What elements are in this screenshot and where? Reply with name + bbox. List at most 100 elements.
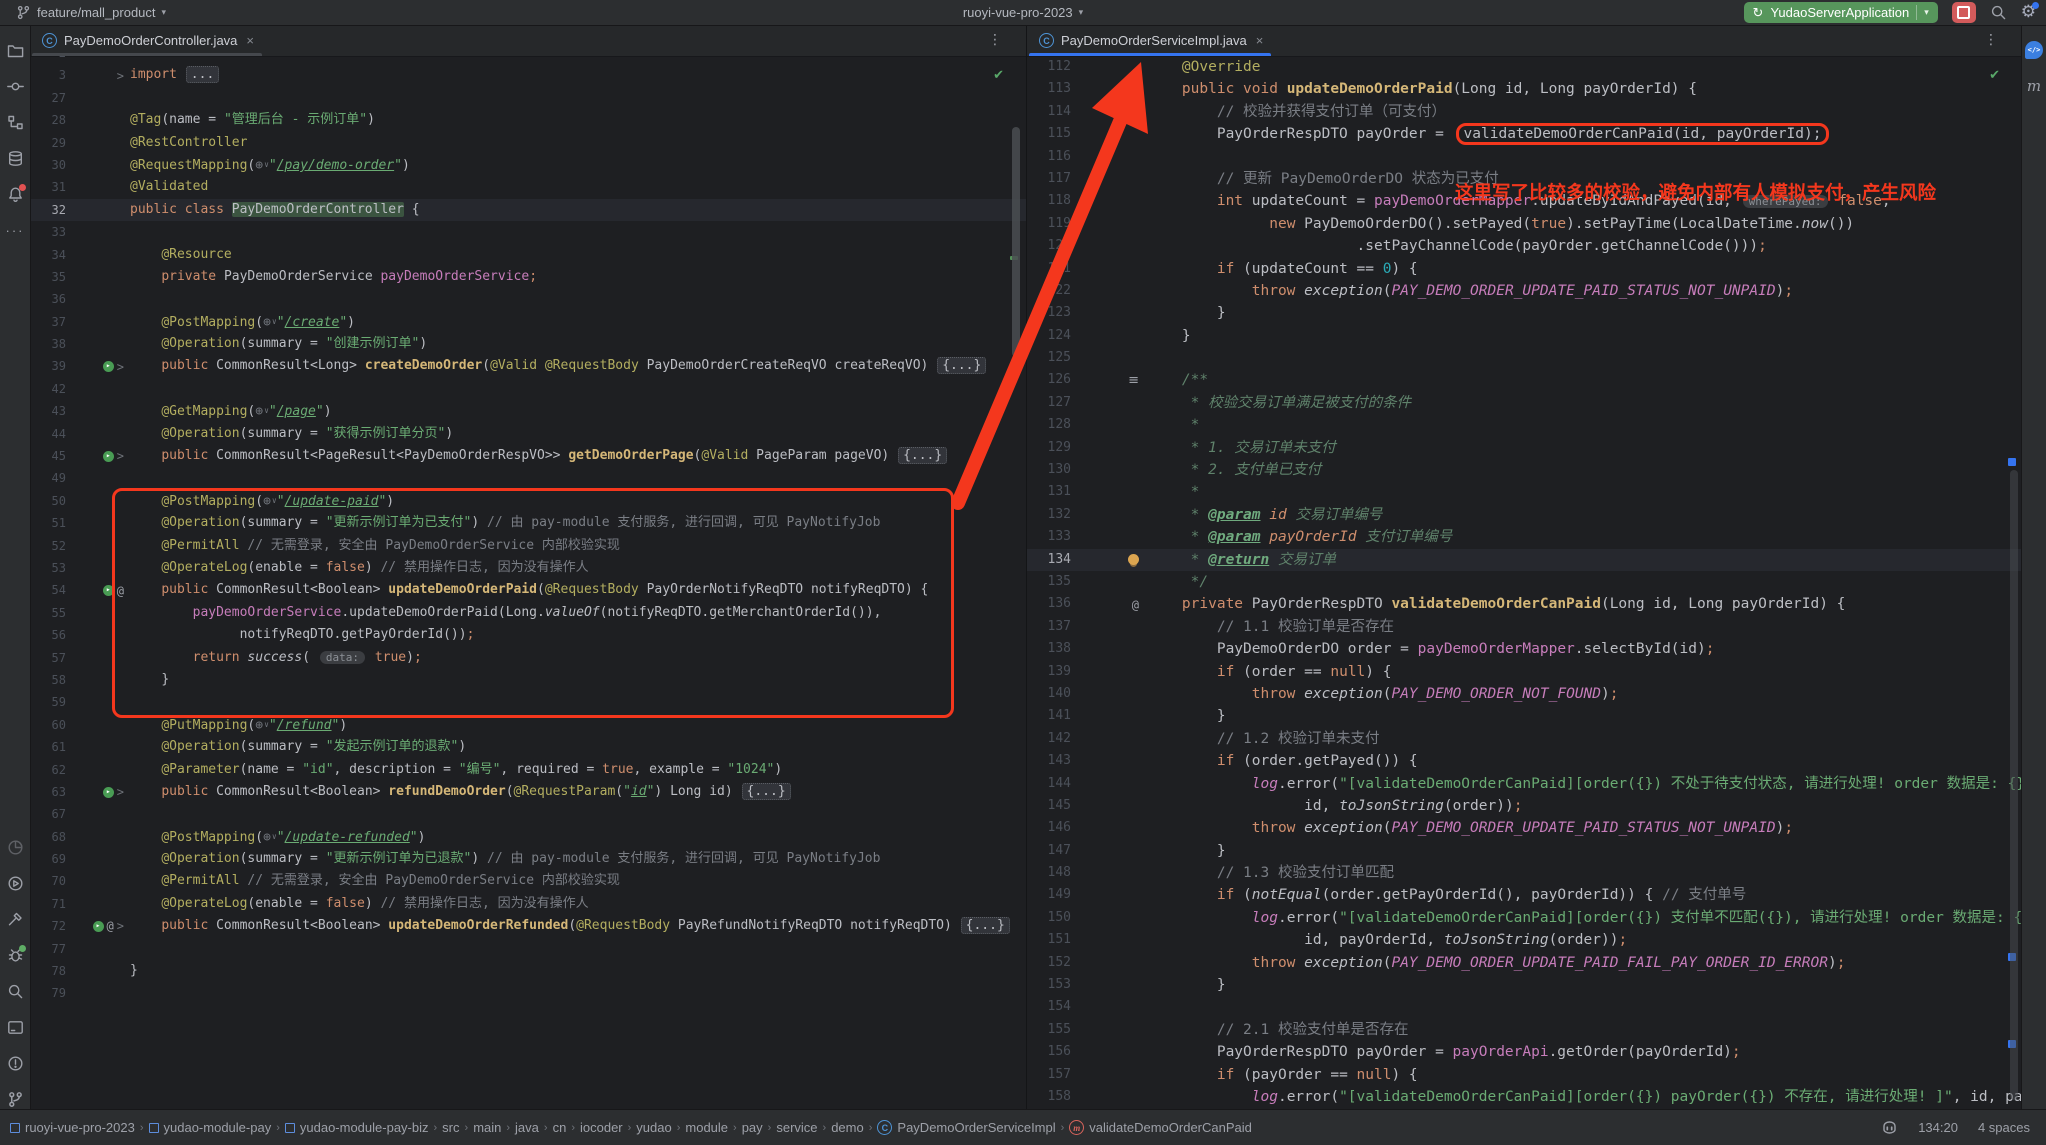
line-number[interactable]: 38 bbox=[30, 333, 70, 355]
code-line[interactable]: 43 @GetMapping(⊕"/page") bbox=[30, 400, 1026, 422]
line-number[interactable]: 146 bbox=[1027, 817, 1077, 839]
code-line[interactable]: 128 * bbox=[1027, 414, 2022, 436]
code-line[interactable]: 2 bbox=[30, 56, 1026, 64]
code-line[interactable]: 145 id, toJsonString(order)); bbox=[1027, 795, 2022, 817]
line-number[interactable]: 3 bbox=[30, 64, 70, 86]
code-line[interactable]: 134 * @return 交易订单 bbox=[1027, 549, 2022, 571]
code-line[interactable]: 72 public CommonResult<Boolean> updateDe… bbox=[30, 915, 1026, 937]
line-number[interactable]: 36 bbox=[30, 288, 70, 310]
inspections-ok-icon[interactable]: ✔ bbox=[993, 67, 1004, 83]
line-number[interactable]: 57 bbox=[30, 647, 70, 669]
code-line[interactable]: 3import ... bbox=[30, 64, 1026, 86]
code-line[interactable]: 126 /** bbox=[1027, 369, 2022, 391]
line-number[interactable]: 153 bbox=[1027, 974, 1077, 996]
code-line[interactable]: 157 if (payOrder == null) { bbox=[1027, 1064, 2022, 1086]
code-line[interactable]: 30@RequestMapping(⊕"/pay/demo-order") bbox=[30, 154, 1026, 176]
line-number[interactable]: 121 bbox=[1027, 258, 1077, 280]
code-line[interactable]: 27 bbox=[30, 87, 1026, 109]
sidebar-item-database[interactable] bbox=[4, 147, 26, 169]
endpoint-icon[interactable] bbox=[103, 787, 114, 798]
fold-arrow-icon[interactable] bbox=[117, 69, 124, 83]
line-number[interactable]: 148 bbox=[1027, 862, 1077, 884]
code-line[interactable]: 62 @Parameter(name = "id", description =… bbox=[30, 759, 1026, 781]
code-line[interactable]: 155 // 2.1 校验支付单是否存在 bbox=[1027, 1019, 2022, 1041]
chevron-down-icon[interactable]: ▾ bbox=[1924, 7, 1929, 18]
line-number[interactable]: 128 bbox=[1027, 414, 1077, 436]
line-number[interactable]: 68 bbox=[30, 826, 70, 848]
code-line[interactable]: 113 public void updateDemoOrderPaid(Long… bbox=[1027, 78, 2022, 100]
line-number[interactable]: 152 bbox=[1027, 952, 1077, 974]
line-number[interactable]: 124 bbox=[1027, 325, 1077, 347]
tab-paydemoordercontroller[interactable]: C PayDemoOrderController.java × bbox=[30, 25, 264, 56]
breadcrumb-item[interactable]: CPayDemoOrderServiceImpl bbox=[877, 1120, 1055, 1135]
line-number[interactable]: 117 bbox=[1027, 168, 1077, 190]
line-number[interactable]: 58 bbox=[30, 669, 70, 691]
code-line[interactable]: 77 bbox=[30, 938, 1026, 960]
line-number[interactable]: 112 bbox=[1027, 56, 1077, 78]
code-line[interactable]: 149 if (notEqual(order.getPayOrderId(), … bbox=[1027, 884, 2022, 906]
tab-options-icon[interactable]: ⋮ bbox=[988, 31, 1002, 48]
code-line[interactable]: 120 .setPayChannelCode(payOrder.getChann… bbox=[1027, 235, 2022, 257]
code-line[interactable]: 79 bbox=[30, 982, 1026, 1004]
sidebar-item-project[interactable] bbox=[4, 39, 26, 61]
code-line[interactable]: 135 */ bbox=[1027, 571, 2022, 593]
git-branch-widget[interactable]: feature/mall_product ▾ bbox=[10, 4, 172, 21]
line-number[interactable]: 70 bbox=[30, 870, 70, 892]
line-number[interactable]: 54 bbox=[30, 579, 70, 601]
breadcrumb-item[interactable]: demo bbox=[831, 1120, 864, 1135]
code-line[interactable]: 63 public CommonResult<Boolean> refundDe… bbox=[30, 781, 1026, 803]
project-title-widget[interactable]: ruoyi-vue-pro-2023 ▾ bbox=[963, 5, 1083, 20]
code-line[interactable]: 156 PayOrderRespDTO payOrder = payOrderA… bbox=[1027, 1041, 2022, 1063]
line-number[interactable]: 72 bbox=[30, 915, 70, 937]
tab-paydemoorderserviceimpl[interactable]: C PayDemoOrderServiceImpl.java × bbox=[1027, 25, 1273, 56]
line-number[interactable]: 150 bbox=[1027, 907, 1077, 929]
code-line[interactable]: 140 throw exception(PAY_DEMO_ORDER_NOT_F… bbox=[1027, 683, 2022, 705]
code-line[interactable]: 119 new PayDemoOrderDO().setPayed(true).… bbox=[1027, 213, 2022, 235]
code-line[interactable]: 67 bbox=[30, 803, 1026, 825]
sidebar-item-structure[interactable] bbox=[4, 111, 26, 133]
line-number[interactable]: 50 bbox=[30, 490, 70, 512]
line-number[interactable]: 28 bbox=[30, 109, 70, 131]
line-number[interactable]: 52 bbox=[30, 535, 70, 557]
line-number[interactable]: 114 bbox=[1027, 101, 1077, 123]
line-number[interactable]: 51 bbox=[30, 512, 70, 534]
endpoint-icon[interactable] bbox=[103, 451, 114, 462]
breadcrumb-item[interactable]: service bbox=[776, 1120, 817, 1135]
line-number[interactable]: 155 bbox=[1027, 1019, 1077, 1041]
code-line[interactable]: 125 bbox=[1027, 347, 2022, 369]
code-line[interactable]: 39 public CommonResult<Long> createDemoO… bbox=[30, 355, 1026, 377]
breadcrumb-item[interactable]: pay bbox=[742, 1120, 763, 1135]
line-number[interactable]: 44 bbox=[30, 423, 70, 445]
line-number[interactable]: 138 bbox=[1027, 638, 1077, 660]
copilot-status-icon[interactable] bbox=[1881, 1119, 1898, 1136]
close-icon[interactable]: × bbox=[1256, 33, 1264, 48]
line-number[interactable]: 60 bbox=[30, 714, 70, 736]
fold-arrow-icon[interactable] bbox=[117, 785, 124, 799]
line-number[interactable]: 143 bbox=[1027, 750, 1077, 772]
line-number[interactable]: 132 bbox=[1027, 504, 1077, 526]
line-number[interactable]: 61 bbox=[30, 736, 70, 758]
code-line[interactable]: 148 // 1.3 校验支付订单匹配 bbox=[1027, 862, 2022, 884]
line-number[interactable]: 63 bbox=[30, 781, 70, 803]
code-line[interactable]: 116 bbox=[1027, 146, 2022, 168]
breadcrumb-item[interactable]: ruoyi-vue-pro-2023 bbox=[10, 1120, 135, 1135]
line-number[interactable]: 56 bbox=[30, 624, 70, 646]
sidebar-item-profiler[interactable] bbox=[4, 836, 26, 858]
line-number[interactable]: 45 bbox=[30, 445, 70, 467]
line-number[interactable]: 145 bbox=[1027, 795, 1077, 817]
code-line[interactable]: 122 throw exception(PAY_DEMO_ORDER_UPDAT… bbox=[1027, 280, 2022, 302]
sidebar-item-more-tools[interactable]: ··· bbox=[4, 219, 26, 241]
line-number[interactable]: 113 bbox=[1027, 78, 1077, 100]
line-number[interactable]: 53 bbox=[30, 557, 70, 579]
left-editor-scrollbar[interactable] bbox=[1012, 127, 1020, 357]
sidebar-item-search[interactable] bbox=[4, 980, 26, 1002]
line-number[interactable]: 2 bbox=[30, 56, 70, 64]
breadcrumb-item[interactable]: yudao bbox=[636, 1120, 671, 1135]
code-line[interactable]: 31@Validated bbox=[30, 176, 1026, 198]
settings-button[interactable]: ⚙ bbox=[2021, 4, 2036, 21]
line-number[interactable]: 134 bbox=[1027, 549, 1077, 571]
code-line[interactable]: 152 throw exception(PAY_DEMO_ORDER_UPDAT… bbox=[1027, 952, 2022, 974]
line-number[interactable]: 39 bbox=[30, 355, 70, 377]
code-line[interactable]: 121 if (updateCount == 0) { bbox=[1027, 258, 2022, 280]
line-number[interactable]: 30 bbox=[30, 154, 70, 176]
